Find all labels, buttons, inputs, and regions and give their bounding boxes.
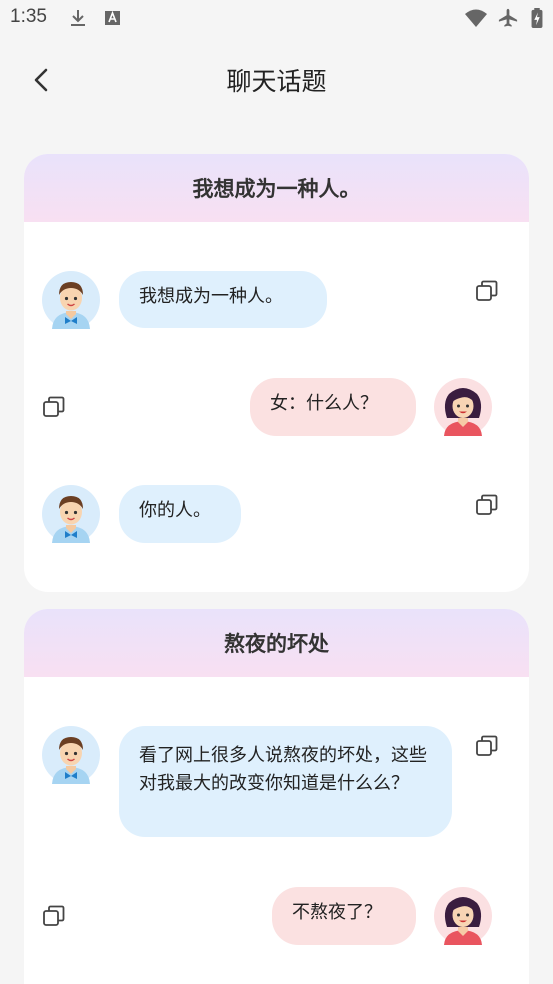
- female-avatar: [434, 378, 492, 436]
- copy-icon: [476, 494, 498, 515]
- topic-card: 我想成为一种人。 我想成为一种人。 女：什么人？ 你的人。: [24, 154, 529, 592]
- download-icon: [71, 10, 85, 26]
- copy-icon: [476, 735, 498, 756]
- female-avatar: [434, 887, 492, 945]
- topic-title: 熬夜的坏处: [24, 609, 529, 677]
- topic-title: 我想成为一种人。: [24, 154, 529, 222]
- copy-icon: [43, 396, 65, 417]
- battery-charging-icon: [531, 8, 543, 28]
- topic-card: 熬夜的坏处 看了网上很多人说熬夜的坏处，这些对我最大的改变你知道是什么么？ 不熬…: [24, 609, 529, 984]
- status-bar: 1:35: [0, 0, 553, 38]
- page-title: 聊天话题: [226, 67, 327, 96]
- copy-icon: [476, 280, 498, 301]
- copy-button[interactable]: [42, 395, 66, 419]
- message-bubble: 我想成为一种人。: [119, 271, 327, 328]
- app-header: 聊天话题: [0, 50, 553, 110]
- copy-button[interactable]: [475, 493, 499, 517]
- copy-button[interactable]: [42, 904, 66, 928]
- copy-button[interactable]: [475, 279, 499, 303]
- message-bubble: 不熬夜了？: [272, 887, 416, 945]
- male-avatar: [42, 726, 100, 784]
- copy-button[interactable]: [475, 734, 499, 758]
- male-avatar: [42, 485, 100, 543]
- copy-icon: [43, 905, 65, 926]
- a-notification-icon: [105, 10, 120, 25]
- message-bubble: 女：什么人？: [250, 378, 416, 436]
- male-avatar: [42, 271, 100, 329]
- message-bubble: 你的人。: [119, 485, 241, 543]
- message-bubble: 看了网上很多人说熬夜的坏处，这些对我最大的改变你知道是什么么？: [119, 726, 452, 837]
- airplane-icon: [498, 8, 518, 27]
- wifi-icon: [465, 9, 487, 27]
- status-time: 1:35: [10, 6, 47, 27]
